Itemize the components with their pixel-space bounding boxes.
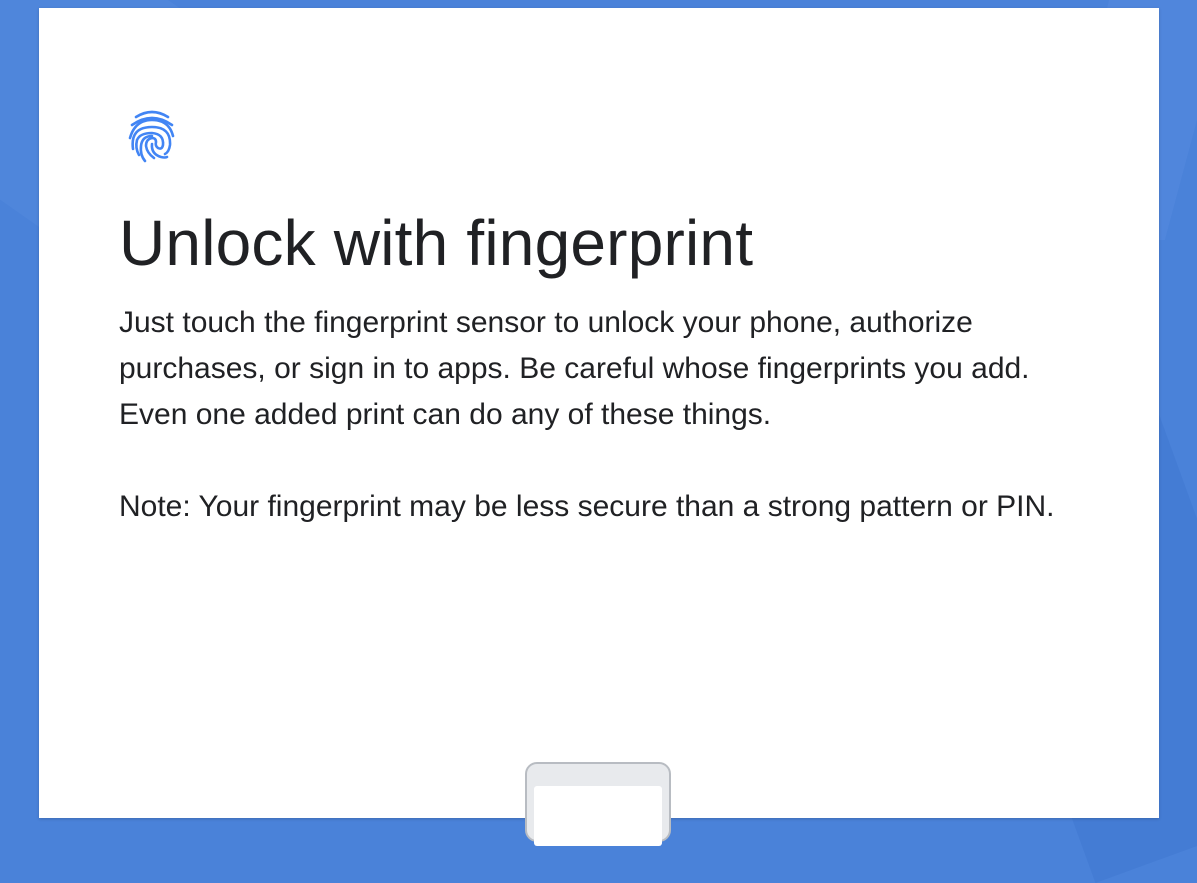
phone-illustration: [525, 762, 671, 842]
page-title: Unlock with fingerprint: [119, 206, 753, 280]
fingerprint-icon: [127, 108, 177, 164]
description-text: Just touch the fingerprint sensor to unl…: [119, 300, 1079, 438]
phone-screen: [534, 786, 662, 846]
setup-card: Unlock with fingerprint Just touch the f…: [39, 8, 1159, 818]
note-text: Note: Your fingerprint may be less secur…: [119, 484, 1079, 530]
